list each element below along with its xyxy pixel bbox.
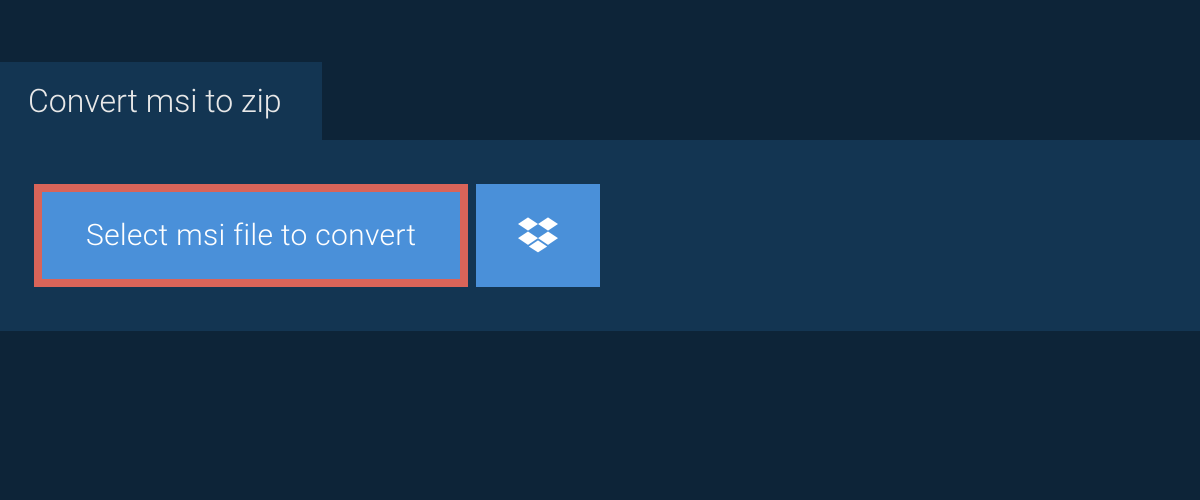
button-row: Select msi file to convert (34, 184, 1166, 287)
select-file-label: Select msi file to convert (86, 218, 416, 253)
tab-row: Convert msi to zip (0, 0, 1200, 140)
tab-label: Convert msi to zip (28, 82, 282, 120)
converter-panel: Select msi file to convert (0, 140, 1200, 331)
dropbox-icon (518, 214, 558, 258)
select-file-button[interactable]: Select msi file to convert (34, 184, 468, 287)
tab-convert-msi-to-zip[interactable]: Convert msi to zip (0, 62, 322, 140)
dropbox-button[interactable] (476, 184, 600, 287)
